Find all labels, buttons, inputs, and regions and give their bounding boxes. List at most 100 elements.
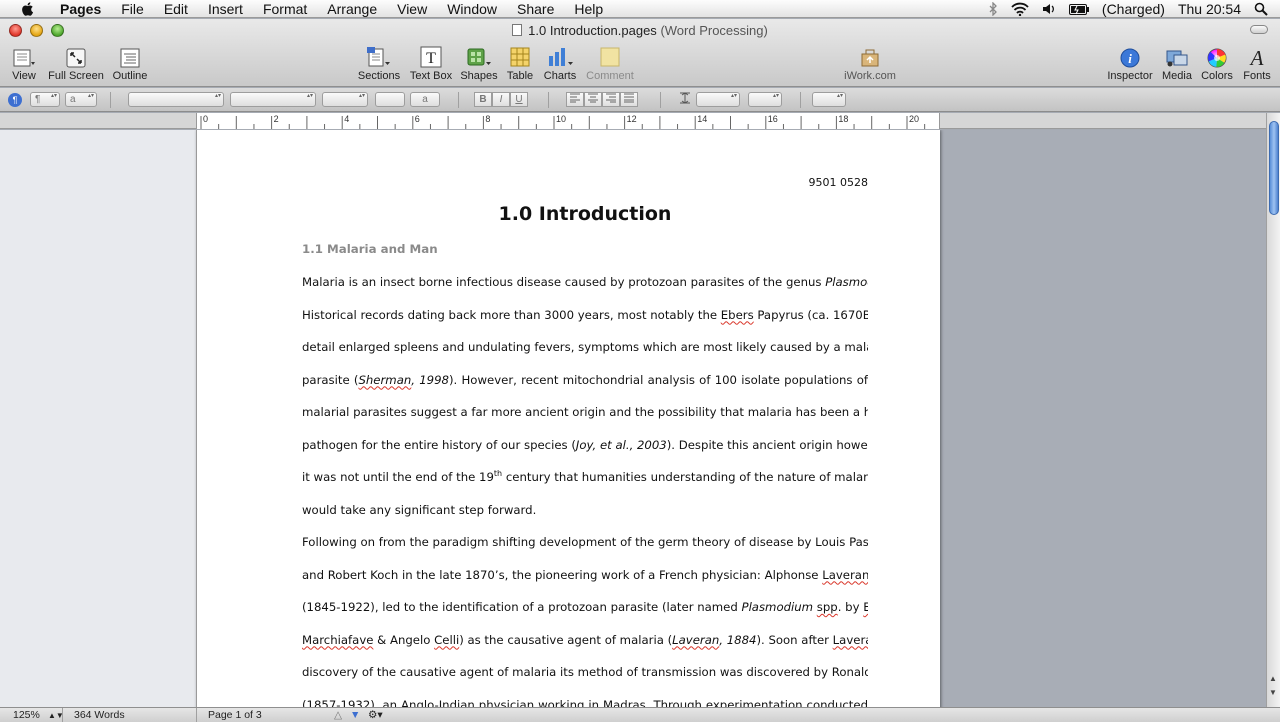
page-header-id[interactable]: 9501 0528	[809, 176, 869, 189]
character-style-popup[interactable]: a	[65, 92, 97, 107]
view-label: View	[12, 70, 36, 82]
toolbar-toggle-button[interactable]	[1250, 25, 1268, 34]
bluetooth-icon[interactable]	[988, 2, 998, 16]
zoom-popup[interactable]: 125%	[13, 709, 40, 722]
ruler-label: 14	[697, 114, 707, 124]
menu-insert[interactable]: Insert	[198, 0, 253, 18]
text-line[interactable]: Following on from the paradigm shifting …	[302, 533, 868, 566]
scroll-up-arrow-icon[interactable]: ▲	[1266, 672, 1280, 686]
text-run: discovery of the causative agent of mala…	[302, 665, 868, 679]
menu-window[interactable]: Window	[437, 0, 507, 18]
document-page[interactable]: 9501 0528 1.0 Introduction 1.1 Malaria a…	[196, 130, 940, 707]
next-page-icon[interactable]: ▼	[350, 709, 360, 722]
document-title[interactable]: 1.0 Introduction	[302, 203, 868, 225]
comment-button[interactable]: Comment	[584, 46, 636, 82]
document-proxy-icon[interactable]	[512, 24, 523, 36]
columns-popup[interactable]	[748, 92, 782, 107]
menu-view[interactable]: View	[387, 0, 437, 18]
page-actions-gear-icon[interactable]: ⚙▾	[368, 709, 383, 722]
apple-icon[interactable]	[20, 1, 36, 17]
left-gutter	[0, 130, 196, 707]
colors-button[interactable]: Colors	[1200, 46, 1234, 82]
body-text[interactable]: Malaria is an insect borne infectious di…	[302, 273, 868, 707]
inspector-label: Inspector	[1107, 70, 1153, 82]
text-line[interactable]: (1857-1932), an Anglo-Indian physician w…	[302, 696, 868, 708]
table-button[interactable]: Table	[504, 46, 536, 82]
text-line[interactable]: parasite (Sherman, 1998). However, recen…	[302, 371, 868, 404]
outline-button[interactable]: Outline	[110, 46, 150, 82]
list-style-popup[interactable]	[812, 92, 846, 107]
italic-button[interactable]: I	[492, 92, 510, 107]
text-run: th	[493, 469, 503, 478]
underline-button[interactable]: U	[510, 92, 528, 107]
view-button[interactable]: View	[8, 46, 40, 82]
misspelled-word: spp	[816, 600, 838, 614]
wifi-icon[interactable]	[1011, 2, 1029, 16]
text-line[interactable]: malarial parasites suggest a far more an…	[302, 403, 868, 436]
justify-button[interactable]	[620, 92, 638, 107]
menu-arrange[interactable]: Arrange	[317, 0, 387, 18]
scroll-down-arrow-icon[interactable]: ▼	[1266, 686, 1280, 700]
scroll-arrows[interactable]: ▲ ▼	[1266, 672, 1280, 707]
charts-button[interactable]: Charts	[542, 46, 578, 82]
colors-label: Colors	[1201, 70, 1233, 82]
section-heading[interactable]: 1.1 Malaria and Man	[302, 242, 438, 256]
svg-text:A: A	[1249, 46, 1264, 68]
align-right-button[interactable]	[602, 92, 620, 107]
fonts-button[interactable]: A Fonts	[1240, 46, 1274, 82]
spotlight-search-icon[interactable]	[1254, 2, 1268, 16]
vertical-scrollbar[interactable]	[1266, 113, 1280, 707]
align-center-button[interactable]	[584, 92, 602, 107]
ruler-ticks: 0 2 4 6 8 10 12 14 16 18 20	[200, 114, 926, 129]
iwork-button[interactable]: iWork.com	[840, 46, 900, 82]
battery-icon[interactable]	[1068, 3, 1089, 15]
menubar-clock[interactable]: Thu 20:54	[1178, 1, 1241, 17]
paragraph-style-popup[interactable]: ¶	[30, 92, 60, 107]
text-line[interactable]: it was not until the end of the 19th cen…	[302, 468, 868, 501]
text-line[interactable]: discovery of the causative agent of mala…	[302, 663, 868, 696]
inspector-button[interactable]: i Inspector	[1104, 46, 1156, 82]
media-button[interactable]: Media	[1160, 46, 1194, 82]
text-color-well[interactable]	[375, 92, 405, 107]
previous-page-icon[interactable]: △	[334, 709, 342, 722]
bold-button[interactable]: B	[474, 92, 492, 107]
scroll-thumb[interactable]	[1269, 121, 1279, 215]
line-spacing-popup[interactable]	[696, 92, 740, 107]
horizontal-ruler[interactable]: 0 2 4 6 8 10 12 14 16 18 20	[196, 113, 940, 129]
highlight-color-well[interactable]: a	[410, 92, 440, 107]
text-line[interactable]: Malaria is an insect borne infectious di…	[302, 273, 868, 306]
status-divider	[196, 708, 197, 722]
line-spacing-icon	[676, 92, 694, 107]
text-line[interactable]: Marchiafave & Angelo Celli) as the causa…	[302, 631, 868, 664]
full-screen-button[interactable]: Full Screen	[48, 46, 104, 82]
format-separator	[548, 92, 549, 108]
text-box-button[interactable]: T Text Box	[408, 46, 454, 82]
shapes-button[interactable]: Shapes	[460, 46, 498, 82]
misspelled-word: Laveran	[822, 567, 868, 582]
sections-button[interactable]: Sections	[356, 46, 402, 82]
text-line[interactable]: detail enlarged spleens and undulating f…	[302, 338, 868, 371]
text-line[interactable]: and Robert Koch in the late 1870’s, the …	[302, 566, 868, 599]
menu-file[interactable]: File	[111, 0, 154, 18]
ruler-label: 12	[627, 114, 637, 124]
iwork-label: iWork.com	[844, 70, 896, 82]
menu-help[interactable]: Help	[564, 0, 613, 18]
text-line[interactable]: pathogen for the entire history of our s…	[302, 436, 868, 469]
volume-icon[interactable]	[1042, 2, 1056, 16]
styles-drawer-icon[interactable]: ¶	[8, 93, 22, 107]
font-typeface-popup[interactable]	[230, 92, 316, 107]
menu-edit[interactable]: Edit	[154, 0, 198, 18]
menu-app-pages[interactable]: Pages	[50, 0, 111, 18]
ruler-label: 4	[344, 114, 349, 124]
text-line[interactable]: would take any significant step forward.	[302, 501, 868, 534]
menu-share[interactable]: Share	[507, 0, 564, 18]
text-line[interactable]: Historical records dating back more than…	[302, 306, 868, 339]
media-icon	[1165, 46, 1189, 68]
font-family-popup[interactable]	[128, 92, 224, 107]
font-size-field[interactable]	[322, 92, 368, 107]
align-left-button[interactable]	[566, 92, 584, 107]
battery-status[interactable]: (Charged)	[1102, 1, 1165, 17]
text-run: ). Despite this ancient origin however,	[666, 437, 868, 452]
text-line[interactable]: (1845-1922), led to the identification o…	[302, 598, 868, 631]
menu-format[interactable]: Format	[253, 0, 317, 18]
